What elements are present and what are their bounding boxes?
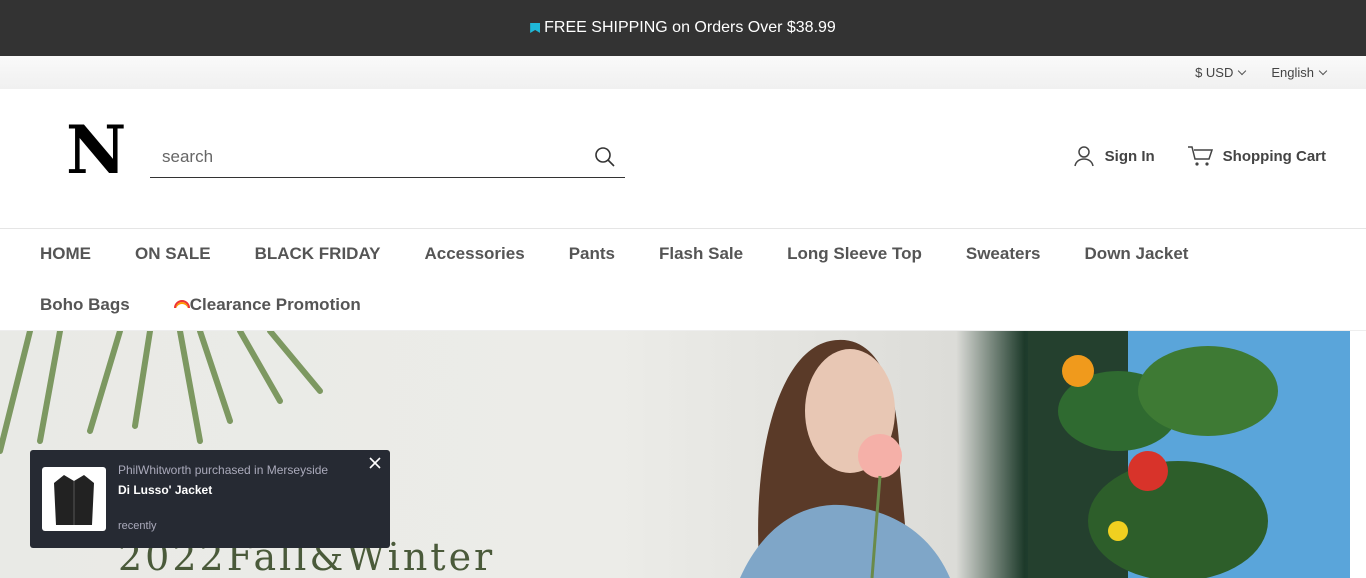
chevron-down-icon <box>1238 66 1247 75</box>
scrollbar-gutter <box>1350 331 1366 578</box>
currency-selector[interactable]: $ USD <box>1195 65 1247 80</box>
notification-buyer: PhilWhitworth purchased in Merseyside <box>118 463 329 477</box>
chevron-down-icon <box>1318 66 1328 75</box>
nav-item-clearance-promotion[interactable]: Clearance Promotion <box>173 286 361 337</box>
currency-label: $ USD <box>1195 65 1234 80</box>
user-icon <box>1073 146 1094 167</box>
cart-icon <box>1187 146 1213 166</box>
announcement-text: FREE SHIPPING on Orders Over $38.99 <box>544 19 836 36</box>
flag-icon <box>530 23 541 33</box>
sign-in-link[interactable]: Sign In <box>1073 145 1155 167</box>
close-icon[interactable] <box>368 456 382 470</box>
product-thumbnail <box>42 467 106 531</box>
language-label: English <box>1271 65 1314 80</box>
nav-item-down-jacket[interactable]: Down Jacket <box>1085 235 1189 286</box>
shopping-cart-link[interactable]: Shopping Cart <box>1187 145 1326 167</box>
search-input[interactable] <box>150 146 585 167</box>
sign-in-label: Sign In <box>1104 147 1155 165</box>
nav-item-long-sleeve-top[interactable]: Long Sleeve Top <box>787 235 922 286</box>
nav-item-boho-bags[interactable]: Boho Bags <box>40 286 130 337</box>
site-header: N Sign In Shopping Cart <box>0 89 1366 229</box>
clearance-label: Clearance Promotion <box>189 295 361 314</box>
nav-item-on-sale[interactable]: ON SALE <box>135 235 211 286</box>
account-links: Sign In Shopping Cart <box>1041 145 1326 167</box>
rainbow-icon <box>173 300 190 308</box>
main-nav: HOME ON SALE BLACK FRIDAY Accessories Pa… <box>0 229 1366 331</box>
nav-item-black-friday[interactable]: BLACK FRIDAY <box>255 235 381 286</box>
site-logo[interactable]: N <box>66 117 126 183</box>
shopping-cart-label: Shopping Cart <box>1222 147 1326 165</box>
nav-item-home[interactable]: HOME <box>40 235 91 286</box>
nav-item-flash-sale[interactable]: Flash Sale <box>659 235 743 286</box>
search-icon[interactable] <box>585 137 625 177</box>
language-selector[interactable]: English <box>1271 65 1328 80</box>
utility-bar: $ USD English <box>0 56 1366 89</box>
announcement-bar: FREE SHIPPING on Orders Over $38.99 <box>0 0 1366 56</box>
purchase-notification[interactable]: PhilWhitworth purchased in Merseyside Di… <box>30 450 390 548</box>
nav-item-pants[interactable]: Pants <box>569 235 615 286</box>
notification-time: recently <box>118 520 157 532</box>
nav-item-accessories[interactable]: Accessories <box>425 235 525 286</box>
notification-product[interactable]: Di Lusso' Jacket <box>118 483 212 497</box>
search-bar <box>150 136 625 178</box>
flowers-image <box>1028 331 1350 578</box>
nav-item-sweaters[interactable]: Sweaters <box>966 235 1041 286</box>
model-image <box>740 339 950 578</box>
